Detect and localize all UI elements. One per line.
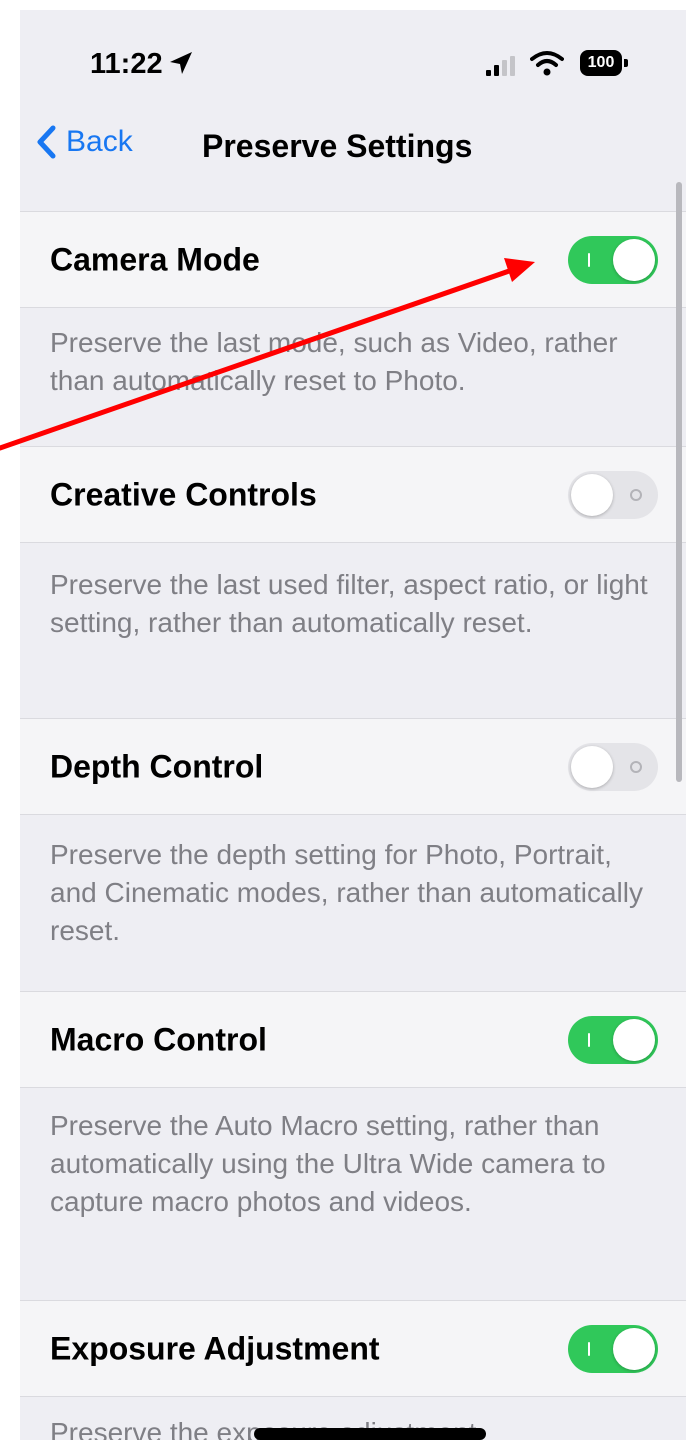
toggle-on-mark [588, 1032, 590, 1047]
chevron-left-icon [37, 125, 56, 159]
page-title: Preserve Settings [202, 128, 473, 164]
toggle-on-mark [588, 252, 590, 267]
toggle-on-mark [588, 1341, 590, 1356]
back-label: Back [66, 125, 133, 158]
setting-label: Camera Mode [50, 241, 260, 277]
toggle-knob [571, 473, 613, 516]
toggle-knob [571, 745, 613, 788]
home-indicator[interactable] [254, 1428, 486, 1440]
back-button[interactable]: Back [36, 124, 133, 160]
location-arrow-icon [170, 52, 192, 74]
setting-description: Preserve the Auto Macro setting, rather … [50, 1110, 606, 1217]
scrollbar[interactable] [676, 182, 682, 782]
setting-description: Preserve the last used filter, aspect ra… [50, 569, 648, 638]
status-bar: 11:22 100 [20, 10, 686, 110]
setting-label: Creative Controls [50, 476, 317, 512]
battery-tip [624, 59, 628, 67]
toggle-off-mark [630, 488, 642, 501]
setting-row-macro-control: Macro Control [20, 991, 686, 1088]
status-time: 11:22 [90, 48, 163, 80]
setting-label: Exposure Adjustment [50, 1330, 380, 1366]
battery-level: 100 [580, 50, 622, 76]
setting-row-exposure-adjustment: Exposure Adjustment [20, 1300, 686, 1397]
setting-label: Depth Control [50, 748, 264, 784]
cellular-signal-icon [486, 56, 515, 76]
navigation-bar: Back Preserve Settings [20, 110, 686, 190]
settings-screen: 11:22 100 Back Preserve Settings Camera … [20, 10, 686, 1440]
exposure-adjustment-toggle[interactable] [568, 1324, 658, 1373]
toggle-knob [613, 1327, 655, 1370]
macro-control-toggle[interactable] [568, 1015, 658, 1064]
toggle-knob [613, 238, 655, 281]
creative-controls-toggle[interactable] [568, 470, 658, 519]
battery-icon: 100 [580, 50, 628, 76]
setting-description: Preserve the depth setting for Photo, Po… [50, 839, 643, 946]
wifi-icon [530, 51, 564, 76]
setting-row-creative-controls: Creative Controls [20, 446, 686, 543]
setting-row-camera-mode: Camera Mode [20, 211, 686, 308]
toggle-knob [613, 1018, 655, 1061]
toggle-off-mark [630, 760, 642, 773]
setting-label: Macro Control [50, 1021, 267, 1057]
camera-mode-toggle[interactable] [568, 235, 658, 284]
setting-row-depth-control: Depth Control [20, 718, 686, 815]
depth-control-toggle[interactable] [568, 742, 658, 791]
setting-description: Preserve the last mode, such as Video, r… [50, 327, 618, 396]
